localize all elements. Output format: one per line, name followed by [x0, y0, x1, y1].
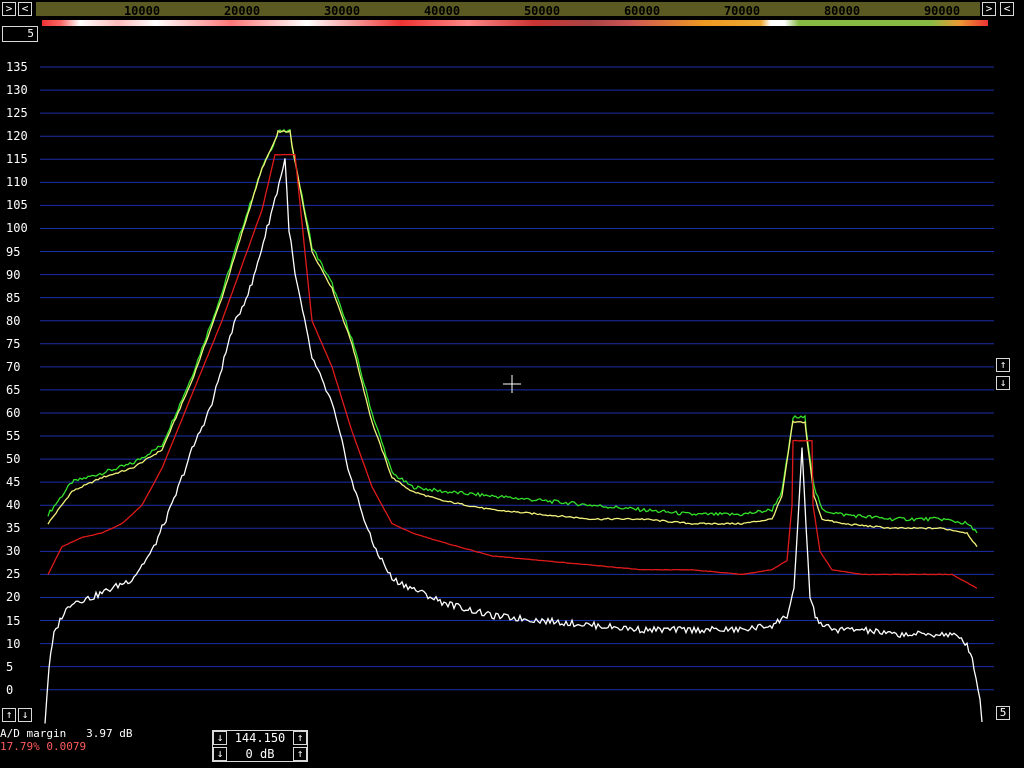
y-tick-label: 85: [6, 290, 21, 305]
level-down-icon[interactable]: ↓: [18, 708, 32, 722]
y-tick-label: 15: [6, 613, 21, 628]
y-tick-label: 5: [6, 659, 14, 674]
freq-down-icon[interactable]: ↓: [213, 731, 227, 745]
y-tick-label: 70: [6, 359, 21, 374]
y-tick-label: 40: [6, 498, 21, 513]
y-tick-label: 110: [6, 175, 28, 190]
gain-down-icon[interactable]: ↓: [213, 747, 227, 761]
level-percent-readout: 17.79% 0.0079: [0, 740, 87, 753]
y-tick-label: 130: [6, 83, 28, 98]
spectrum-trace: [47, 153, 978, 589]
y-tick-label: 125: [6, 106, 28, 121]
y-tick-label: 65: [6, 382, 21, 397]
y-tick-label: 100: [6, 221, 28, 236]
y-tick-label: 115: [6, 152, 28, 167]
y-tick-label: 95: [6, 244, 21, 259]
y-tick-label: 10: [6, 636, 21, 651]
spectrum-trace: [47, 129, 978, 548]
y-tick-label: 50: [6, 452, 21, 467]
frequency-value[interactable]: 144.150: [229, 731, 291, 745]
frequency-gain-control: ↓ 144.150 ↑ ↓ 0 dB ↑: [212, 730, 308, 762]
y-tick-label: 45: [6, 475, 21, 490]
y-tick-label: 25: [6, 567, 21, 582]
spectrum-trace: [44, 158, 983, 724]
y-tick-label: 90: [6, 267, 21, 282]
bottom-right-button[interactable]: 5: [996, 706, 1010, 720]
gain-value[interactable]: 0 dB: [229, 747, 291, 761]
scale-down-icon[interactable]: ↓: [996, 376, 1010, 390]
level-up-icon[interactable]: ↑: [2, 708, 16, 722]
y-tick-label: 30: [6, 544, 21, 559]
y-tick-label: 80: [6, 313, 21, 328]
freq-up-icon[interactable]: ↑: [293, 731, 307, 745]
gain-up-icon[interactable]: ↑: [293, 747, 307, 761]
y-tick-label: 75: [6, 336, 21, 351]
y-tick-label: 60: [6, 405, 21, 420]
ad-margin-readout: A/D margin 3.97 dB: [0, 727, 133, 740]
y-tick-label: 120: [6, 129, 28, 144]
y-tick-label: 105: [6, 198, 28, 213]
y-tick-label: 135: [6, 60, 28, 74]
y-tick-label: 20: [6, 590, 21, 605]
spectrum-trace: [47, 128, 978, 534]
spectrum-plot[interactable]: [0, 0, 1024, 768]
scale-up-icon[interactable]: ↑: [996, 358, 1010, 372]
y-tick-label: 35: [6, 521, 21, 536]
y-tick-label: 55: [6, 429, 21, 443]
y-tick-label: 0: [6, 682, 14, 697]
